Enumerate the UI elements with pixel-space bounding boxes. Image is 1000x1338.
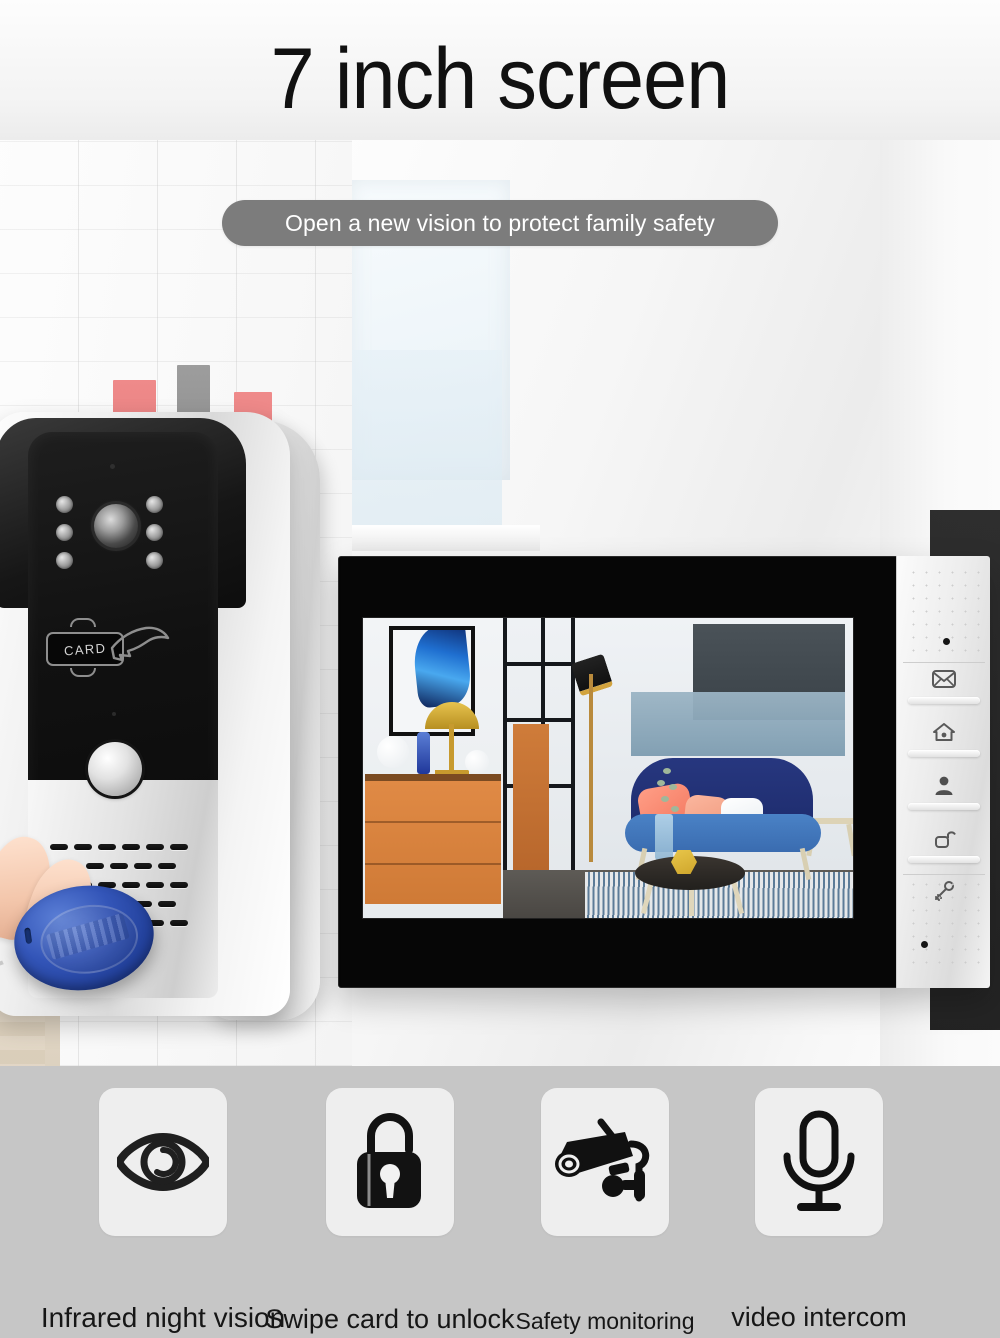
speaker-slot [170,920,188,926]
ir-led [56,524,73,541]
lr-artwork-blue [410,630,471,709]
rfid-wave-top-icon [70,618,96,627]
ir-led [146,496,163,513]
lr-mullion-v1 [503,618,507,870]
speaker-slot [134,863,152,869]
rfid-card-reader[interactable]: CARD [46,618,170,678]
microphone-icon [783,1110,855,1211]
lr-floor-lamp-pole [589,674,593,862]
speaker-slot [122,844,140,850]
keyfob-embossed-text [45,912,130,960]
rfid-wave-bottom-icon [70,668,96,677]
monitor-button-panel [896,556,990,988]
feature-infrared-night-vision[interactable]: Infrared night vision [41,1088,285,1333]
lr-leaf [669,784,677,790]
speaker-slot [146,844,164,850]
button-bar[interactable] [908,750,980,757]
window-pane-lower [352,350,502,525]
lr-brass-lamp-stem [449,724,454,772]
speaker-slot [146,882,164,888]
speaker-slot [158,901,176,907]
monitor-screen [363,618,853,918]
hand-with-card-icon [106,622,172,674]
lr-large-blue-artwork [631,692,845,756]
doorbell-call-button[interactable] [88,742,142,796]
speaker-slot [170,882,188,888]
subtitle-text: Open a new vision to protect family safe… [285,209,715,236]
house-icon [931,721,957,743]
unlock-button[interactable] [897,825,991,868]
envelope-icon [931,668,957,690]
feature-label: Infrared night vision [40,1302,286,1333]
button-bar[interactable] [908,697,980,704]
lr-mullion-h2 [503,718,575,722]
lr-wooden-dresser [365,774,501,904]
feature-tile [755,1088,883,1236]
lr-blue-bottle [417,732,430,774]
subtitle-badge: Open a new vision to protect family safe… [222,200,778,246]
lr-leaf [657,780,665,786]
home-button[interactable] [897,719,991,762]
feature-label: video intercom [731,1302,907,1332]
hand-icon-svg [110,626,170,662]
lr-leaf [663,768,671,774]
window-sill [330,525,540,551]
lr-plant [655,768,681,820]
lr-leaf [671,806,679,812]
feature-label: Swipe card to unlock [265,1304,515,1334]
panel-divider-bottom [903,874,985,875]
monitor-microphone-dot [921,941,928,948]
lr-vase [655,814,673,860]
person-icon [931,774,957,796]
panel-divider-top [903,662,985,663]
button-bar[interactable] [908,803,980,810]
feature-tile [326,1088,454,1236]
message-button[interactable] [897,666,991,709]
open-padlock-icon [357,1113,421,1208]
feature-tile [99,1088,227,1236]
product-banner: 7 inch screen Open a new vision to prote… [0,0,1000,1338]
speaker-slot [170,844,188,850]
hero-section: 7 inch screen Open a new vision to prote… [0,0,1000,1066]
button-bar[interactable] [908,856,980,863]
ir-led [146,524,163,541]
ir-led [146,552,163,569]
ir-led [56,552,73,569]
lr-mullion-h1 [503,662,575,666]
keyfob-ring-hole [24,927,33,945]
feature-band: Infrared night vision Swipe card to unlo… [0,1066,1000,1338]
ir-led [56,496,73,513]
door-station-microphone-hole [110,464,115,469]
feature-label: Safety monitoring [515,1308,695,1334]
feature-safety-monitoring[interactable]: Safety monitoring [516,1088,694,1334]
speaker-slot [158,863,176,869]
eye-icon [117,1133,209,1191]
speaker-slot [122,882,140,888]
lr-wooden-door [513,724,549,870]
feature-swipe-card-to-unlock[interactable]: Swipe card to unlock [265,1088,515,1334]
cctv-camera-icon [555,1118,650,1202]
status-led [112,712,116,716]
feature-tile [541,1088,669,1236]
unlock-icon [931,827,957,849]
card-label: CARD [63,640,107,658]
page-title: 7 inch screen [270,31,731,127]
lr-globe-lamp-2 [465,750,489,774]
camera-view-living-room [363,618,853,918]
camera-lens [94,504,138,548]
lr-globe-lamp [377,736,409,768]
monitor-speaker-mesh-bottom [907,878,981,974]
lr-leaf [661,796,669,802]
feature-video-intercom[interactable]: video intercom [731,1088,907,1332]
monitor-camera-dot [943,638,950,645]
visitor-button[interactable] [897,772,991,815]
indoor-monitor [338,556,990,988]
